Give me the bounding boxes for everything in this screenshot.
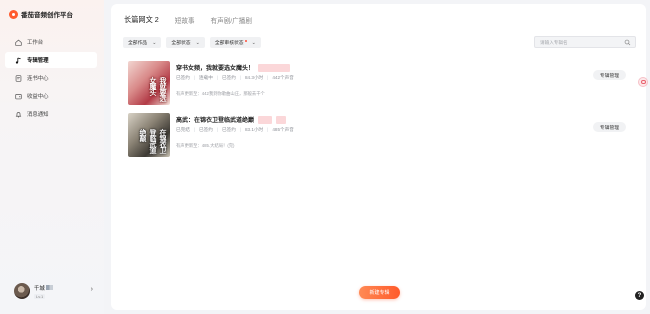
sidebar-item-label: 工作台 xyxy=(27,40,44,46)
sidebar-item-album-manage[interactable]: 专辑管理 xyxy=(5,52,97,68)
logo-icon xyxy=(9,9,18,19)
user-name: 千城 xyxy=(34,284,53,292)
sidebar-item-workbench[interactable]: 工作台 xyxy=(5,34,97,50)
sidebar-item-label: 收益中心 xyxy=(27,94,49,100)
book-title[interactable]: 高武：在锦衣卫登临武道绝巅 xyxy=(176,115,287,124)
sidebar-nav: 工作台 专辑管理 连书中心 收益中心 消息通知 xyxy=(5,34,97,124)
cover-title: 在锦衣卫登临武道绝巅 xyxy=(139,129,166,153)
book-update-info: 有声更新至：485.大结局！(完) xyxy=(176,143,235,148)
redacted-block xyxy=(258,63,291,72)
avatar[interactable] xyxy=(14,283,30,299)
meta-status: 已完结 xyxy=(176,127,190,132)
user-info: 千城 Lv.1 xyxy=(34,284,53,299)
meta-serial: 连载中 xyxy=(199,75,213,80)
book-cover[interactable]: 我就要选女魔头 xyxy=(128,61,170,105)
filter-label: 全部审核状态 xyxy=(214,41,244,46)
sidebar: 番茄音频创作平台 工作台 专辑管理 连书中心 收益中心 消息通知 千城 Lv.1… xyxy=(0,0,104,314)
meta-contract: 已签约 xyxy=(199,127,213,132)
filter-review-status-dropdown[interactable]: 全部审核状态 ⌄ xyxy=(209,37,261,48)
user-level-badge: Lv.1 xyxy=(34,293,46,299)
book-update-info: 有声更新至：442我到你歌曲山庄，那般去千个 xyxy=(176,91,265,96)
book-title[interactable]: 穿书女频，我就要选女魔头！ xyxy=(176,63,291,72)
search-box xyxy=(534,36,636,48)
meta-duration: 84.3小时 xyxy=(245,75,264,80)
album-manage-button[interactable]: 专辑管理 xyxy=(593,70,626,80)
user-profile[interactable]: 千城 Lv.1 › xyxy=(14,282,98,300)
masked-name xyxy=(45,285,53,290)
book-item: 在锦衣卫登临武道绝巅 高武：在锦衣卫登临武道绝巅 已完结 | 已签约 | 已签约 | … xyxy=(128,113,633,159)
book-icon xyxy=(14,74,22,82)
book-meta: 已完结 | 已签约 | 已签约 | 83.1小时 | 485个声音 xyxy=(176,127,294,132)
cover-title: 我就要选女魔头 xyxy=(149,77,166,101)
meta-duration: 83.1小时 xyxy=(245,127,264,132)
filter-bar: 全部作品 ⌄ 全部状态 ⌄ 全部审核状态 ⌄ xyxy=(123,37,266,48)
redacted-block xyxy=(276,115,287,124)
sidebar-item-label: 消息通知 xyxy=(27,112,49,118)
create-album-button[interactable]: 新建专辑 xyxy=(359,286,400,299)
tab-long-novel[interactable]: 长篇网文 2 xyxy=(124,15,159,25)
book-cover[interactable]: 在锦衣卫登临武道绝巅 xyxy=(128,113,170,157)
chevron-down-icon: ⌄ xyxy=(152,39,157,46)
search-input[interactable] xyxy=(540,39,624,45)
sidebar-item-label: 专辑管理 xyxy=(27,58,49,64)
main-panel: 长篇网文 2 短故事 有声剧/广播剧 全部作品 ⌄ 全部状态 ⌄ 全部审核状态 … xyxy=(111,4,646,310)
filter-label: 全部作品 xyxy=(128,41,148,46)
tab-short-story[interactable]: 短故事 xyxy=(175,15,195,25)
sidebar-item-label: 连书中心 xyxy=(27,76,49,82)
meta-sound-count: 442个声音 xyxy=(272,75,294,80)
bell-icon xyxy=(14,110,22,118)
wallet-icon xyxy=(14,92,22,100)
meta-status: 已签约 xyxy=(176,75,190,80)
content-tabs: 长篇网文 2 短故事 有声剧/广播剧 xyxy=(124,15,268,25)
notification-dot xyxy=(244,39,247,42)
brand-name: 番茄音频创作平台 xyxy=(21,12,73,19)
album-manage-button[interactable]: 专辑管理 xyxy=(593,122,626,132)
redacted-block xyxy=(258,115,273,124)
book-item: 我就要选女魔头 穿书女频，我就要选女魔头！ 已签约 | 连载中 | 已签约 | 84.… xyxy=(128,61,633,107)
home-icon xyxy=(14,38,22,46)
sidebar-item-messages[interactable]: 消息通知 xyxy=(5,106,97,122)
filter-label: 全部状态 xyxy=(171,41,191,46)
tab-audio-drama[interactable]: 有声剧/广播剧 xyxy=(211,15,252,25)
meta-contract-2: 已签约 xyxy=(222,127,236,132)
chevron-down-icon: ⌄ xyxy=(251,39,256,46)
chevron-down-icon: ⌄ xyxy=(195,39,200,46)
user-name-text: 千城 xyxy=(34,285,45,292)
brand-logo[interactable]: 番茄音频创作平台 xyxy=(9,9,73,19)
sidebar-item-book-center[interactable]: 连书中心 xyxy=(5,70,97,86)
sidebar-item-income[interactable]: 收益中心 xyxy=(5,88,97,104)
book-title-text: 高武：在锦衣卫登临武道绝巅 xyxy=(176,118,255,124)
meta-contract: 已签约 xyxy=(222,75,236,80)
chevron-right-icon[interactable]: › xyxy=(91,286,93,293)
feedback-icon[interactable] xyxy=(638,77,648,87)
music-note-icon xyxy=(14,56,22,64)
search-icon[interactable] xyxy=(624,39,631,46)
help-icon[interactable]: ? xyxy=(635,291,644,300)
filter-works-dropdown[interactable]: 全部作品 ⌄ xyxy=(123,37,162,48)
book-meta: 已签约 | 连载中 | 已签约 | 84.3小时 | 442个声音 xyxy=(176,75,294,80)
filter-status-dropdown[interactable]: 全部状态 ⌄ xyxy=(166,37,205,48)
book-title-text: 穿书女频，我就要选女魔头！ xyxy=(176,66,255,72)
meta-sound-count: 485个声音 xyxy=(272,127,294,132)
